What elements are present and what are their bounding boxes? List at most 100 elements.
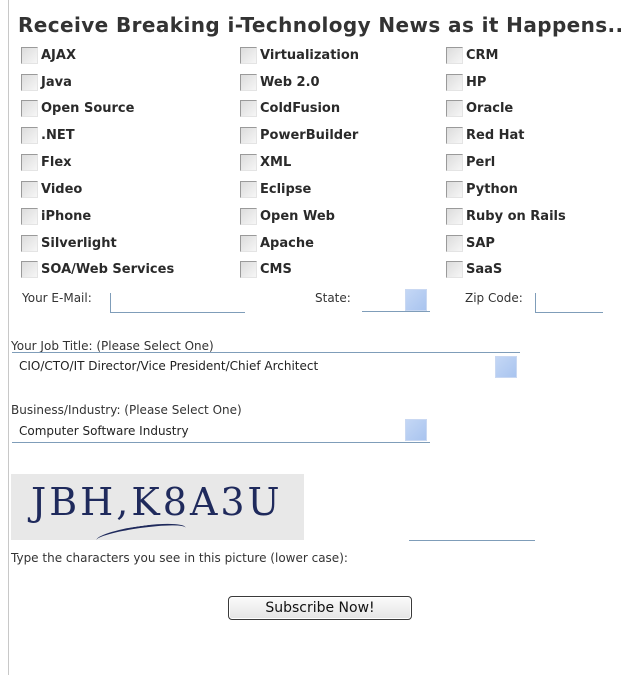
topic-label: Flex (41, 154, 72, 170)
checkbox-icon[interactable] (240, 234, 257, 252)
checkbox-icon[interactable] (446, 180, 463, 198)
topic-checkbox-ajax[interactable]: AJAX (21, 45, 76, 65)
topic-label: SaaS (466, 261, 503, 277)
checkbox-icon[interactable] (240, 260, 257, 278)
topic-label: Open Web (260, 208, 335, 224)
topic-label: Ruby on Rails (466, 208, 566, 224)
industry-dropdown-button-icon[interactable] (405, 419, 427, 441)
topic-checkbox-ruby-on-rails[interactable]: Ruby on Rails (446, 206, 566, 226)
checkbox-icon[interactable] (21, 234, 38, 252)
subscribe-button[interactable]: Subscribe Now! (228, 596, 412, 620)
topic-checkbox-cms[interactable]: CMS (240, 259, 292, 279)
checkbox-icon[interactable] (240, 46, 257, 64)
checkbox-icon[interactable] (446, 126, 463, 144)
topic-label: Apache (260, 235, 314, 251)
industry-select-value: Computer Software Industry (19, 424, 189, 438)
industry-label: Business/Industry: (Please Select One) (11, 403, 242, 417)
topic-checkbox-java[interactable]: Java (21, 72, 72, 92)
topic-label: AJAX (41, 47, 76, 63)
checkbox-icon[interactable] (240, 73, 257, 91)
topic-checkbox-xml[interactable]: XML (240, 152, 291, 172)
topic-label: ColdFusion (260, 100, 341, 116)
topic-checkbox-apache[interactable]: Apache (240, 233, 314, 253)
checkbox-icon[interactable] (240, 207, 257, 225)
checkbox-icon[interactable] (21, 153, 38, 171)
topic-label: Python (466, 181, 518, 197)
checkbox-icon[interactable] (21, 46, 38, 64)
checkbox-icon[interactable] (446, 73, 463, 91)
topic-label: Open Source (41, 100, 135, 116)
topic-checkbox-coldfusion[interactable]: ColdFusion (240, 98, 340, 118)
checkbox-icon[interactable] (446, 99, 463, 117)
captcha-instruction: Type the characters you see in this pict… (11, 551, 348, 565)
topic-label: .NET (41, 127, 75, 143)
topic-checkbox-dotnet[interactable]: .NET (21, 125, 75, 145)
topic-checkbox-web20[interactable]: Web 2.0 (240, 72, 320, 92)
checkbox-icon[interactable] (21, 180, 38, 198)
checkbox-icon[interactable] (446, 153, 463, 171)
topic-checkbox-perl[interactable]: Perl (446, 152, 495, 172)
captcha-image: JBH,K8A3U (11, 474, 304, 540)
checkbox-icon[interactable] (446, 234, 463, 252)
topic-label: PowerBuilder (260, 127, 359, 143)
checkbox-icon[interactable] (446, 46, 463, 64)
checkbox-icon[interactable] (21, 99, 38, 117)
job-title-select-value: CIO/CTO/IT Director/Vice President/Chief… (19, 359, 319, 373)
checkbox-icon[interactable] (240, 99, 257, 117)
topic-checkbox-oracle[interactable]: Oracle (446, 98, 513, 118)
state-dropdown-button-icon[interactable] (405, 289, 427, 311)
zip-code-label: Zip Code: (465, 291, 523, 305)
state-label: State: (315, 291, 351, 305)
topic-label: Video (41, 181, 83, 197)
checkbox-icon[interactable] (21, 260, 38, 278)
checkbox-icon[interactable] (240, 153, 257, 171)
topic-label: Eclipse (260, 181, 312, 197)
state-select[interactable] (362, 288, 430, 312)
checkbox-icon[interactable] (446, 260, 463, 278)
topic-checkbox-iphone[interactable]: iPhone (21, 206, 91, 226)
checkbox-icon[interactable] (240, 126, 257, 144)
job-title-dropdown-button-icon[interactable] (495, 356, 517, 378)
checkbox-icon[interactable] (240, 180, 257, 198)
email-field[interactable] (110, 293, 245, 313)
topic-checkbox-powerbuilder[interactable]: PowerBuilder (240, 125, 358, 145)
topic-checkbox-eclipse[interactable]: Eclipse (240, 179, 311, 199)
topic-checkbox-open-web[interactable]: Open Web (240, 206, 335, 226)
job-title-select[interactable]: CIO/CTO/IT Director/Vice President/Chief… (12, 352, 520, 378)
topic-checkbox-video[interactable]: Video (21, 179, 82, 199)
topic-checkbox-silverlight[interactable]: Silverlight (21, 233, 117, 253)
topic-checkbox-open-source[interactable]: Open Source (21, 98, 134, 118)
checkbox-icon[interactable] (21, 207, 38, 225)
topic-checkbox-hp[interactable]: HP (446, 72, 486, 92)
topic-label: XML (260, 154, 292, 170)
checkbox-icon[interactable] (21, 126, 38, 144)
topic-label: Oracle (466, 100, 514, 116)
captcha-answer-field[interactable] (409, 521, 535, 541)
topic-checkbox-crm[interactable]: CRM (446, 45, 499, 65)
topic-label: HP (466, 74, 487, 90)
topic-label: Virtualization (260, 47, 360, 63)
topic-checkbox-saas[interactable]: SaaS (446, 259, 502, 279)
job-title-label: Your Job Title: (Please Select One) (11, 339, 214, 353)
topic-label: Red Hat (466, 127, 525, 143)
topic-label: Web 2.0 (260, 74, 320, 90)
captcha-text: JBH,K8A3U (31, 480, 283, 524)
email-label: Your E-Mail: (22, 291, 92, 305)
checkbox-icon[interactable] (21, 73, 38, 91)
checkbox-icon[interactable] (446, 207, 463, 225)
topic-checkbox-flex[interactable]: Flex (21, 152, 72, 172)
topic-label: Perl (466, 154, 496, 170)
topic-checkbox-sap[interactable]: SAP (446, 233, 495, 253)
topic-label: iPhone (41, 208, 92, 224)
form-title: Receive Breaking i-Technology News as it… (18, 13, 621, 37)
topic-checkbox-soa-web-services[interactable]: SOA/Web Services (21, 259, 174, 279)
topic-checkbox-red-hat[interactable]: Red Hat (446, 125, 525, 145)
topic-checkbox-virtualization[interactable]: Virtualization (240, 45, 359, 65)
topic-label: Silverlight (41, 235, 117, 251)
topic-label: CMS (260, 261, 292, 277)
topic-label: Java (41, 74, 72, 90)
topic-checkbox-python[interactable]: Python (446, 179, 518, 199)
zip-code-field[interactable] (535, 293, 603, 313)
topic-label: CRM (466, 47, 499, 63)
industry-select[interactable]: Computer Software Industry (12, 419, 430, 443)
